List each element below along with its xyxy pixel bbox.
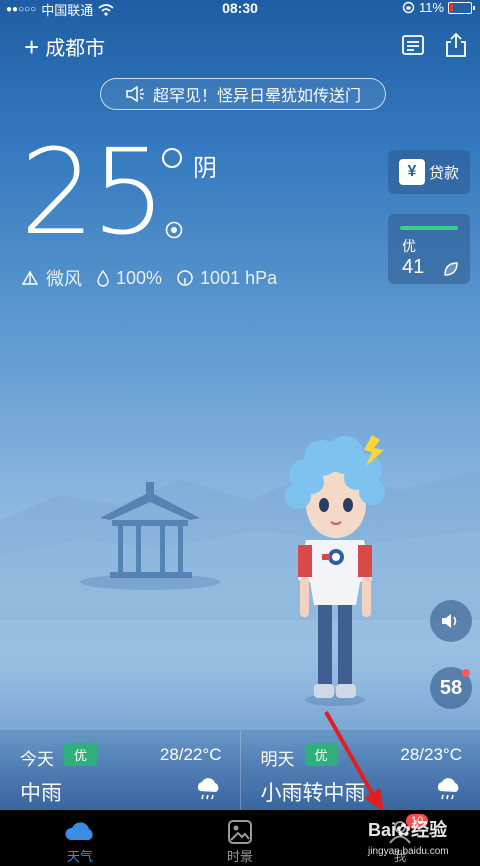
add-city-icon: + xyxy=(24,31,40,62)
tab-label: 天气 xyxy=(66,849,93,864)
current-temperature: 25 xyxy=(20,123,166,261)
degree-symbol xyxy=(162,148,182,168)
humidity-info: 100% xyxy=(96,268,162,289)
temp-range: 28/22°C xyxy=(159,745,222,764)
forecast-today[interactable]: 今天 优 28/22°C 中雨 xyxy=(0,731,240,810)
paw-icon: ✿ xyxy=(396,820,412,840)
mascot-character xyxy=(285,435,385,706)
messages-count: 58 xyxy=(439,676,463,699)
comment-bubble-icon[interactable] xyxy=(164,220,184,240)
current-condition: 阴 xyxy=(193,155,217,182)
pressure-info: 1001 hPa xyxy=(176,268,277,289)
loan-card[interactable]: ¥ 贷款 xyxy=(388,150,470,194)
forecast-day: 今天 xyxy=(20,750,54,769)
forecast-strip: 今天 优 28/22°C 中雨 明天 优 28/23°C 小雨转中雨 xyxy=(0,730,480,810)
forecast-desc: 小雨转中雨 xyxy=(260,782,366,805)
quality-badge: 优 xyxy=(304,743,338,766)
loan-icon: ¥ xyxy=(398,159,425,185)
background-scenery xyxy=(0,435,480,706)
notification-dot xyxy=(462,669,470,677)
city-selector[interactable]: + 成都市 xyxy=(24,32,105,61)
forecast-day: 明天 xyxy=(260,750,295,769)
watermark-brand: Bai xyxy=(368,820,397,840)
pressure-value: 1001 hPa xyxy=(200,267,278,288)
status-right: 11% xyxy=(402,0,475,15)
speaker-icon xyxy=(442,614,457,628)
megaphone-icon xyxy=(126,85,144,103)
watermark-url: jingyan.baidu.com xyxy=(368,846,449,857)
baidu-watermark: Bai✿经验 jingyan.baidu.com xyxy=(368,816,449,857)
forecast-tomorrow[interactable]: 明天 优 28/23°C 小雨转中雨 xyxy=(239,731,480,810)
messages-button[interactable]: 58 xyxy=(430,667,472,709)
wind-icon xyxy=(21,270,39,285)
weather-screen: ●●○○○ 中国联通 08:30 11% + 成都市 超罕见！怪异日晕犹如传送门… xyxy=(0,0,480,810)
rain-cloud-icon xyxy=(197,778,218,800)
news-banner[interactable]: 超罕见！怪异日晕犹如传送门 xyxy=(100,78,386,110)
city-name: 成都市 xyxy=(45,38,106,60)
header: + 成都市 xyxy=(0,24,480,68)
temp-range: 28/23°C xyxy=(400,745,462,764)
voice-broadcast-button[interactable] xyxy=(430,600,472,642)
air-quality-card[interactable]: 优 41 xyxy=(388,214,470,284)
tab-scenery[interactable]: 时景 xyxy=(160,810,320,866)
tab-label: 时景 xyxy=(226,849,253,864)
rain-cloud-icon xyxy=(437,778,459,800)
forecast-desc: 中雨 xyxy=(20,782,62,805)
aqi-bar xyxy=(400,226,458,230)
orientation-lock-icon xyxy=(402,1,415,14)
list-icon[interactable] xyxy=(400,32,426,58)
quality-badge: 优 xyxy=(64,743,98,766)
leaf-icon xyxy=(444,262,458,276)
humidity-value: 100% xyxy=(116,267,163,288)
wind-info: 微风 xyxy=(20,265,82,291)
battery-percent: 11% xyxy=(418,0,444,15)
humidity-icon xyxy=(97,269,109,287)
pressure-icon xyxy=(177,270,193,286)
tab-weather[interactable]: 天气 xyxy=(0,810,160,866)
share-icon[interactable] xyxy=(443,32,469,58)
status-bar: ●●○○○ 中国联通 08:30 11% xyxy=(0,0,480,18)
aqi-value: 41 xyxy=(402,256,425,278)
watermark-brand2: 经验 xyxy=(411,820,448,840)
battery-icon xyxy=(448,1,475,14)
loan-label: 贷款 xyxy=(428,164,459,182)
wind-value: 微风 xyxy=(46,269,82,289)
weather-details: 微风 100% 1001 hPa xyxy=(20,265,283,291)
aqi-level: 优 xyxy=(402,238,416,254)
image-icon xyxy=(228,820,252,844)
cloud-icon xyxy=(65,822,93,840)
news-banner-text: 超罕见！怪异日晕犹如传送门 xyxy=(152,88,361,105)
